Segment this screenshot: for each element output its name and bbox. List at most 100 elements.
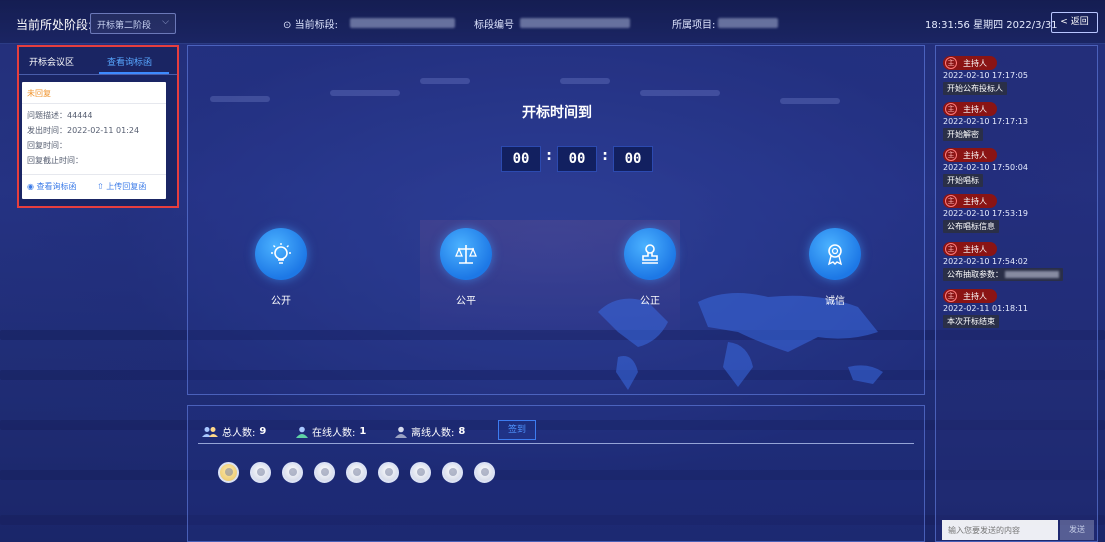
question-desc: 问题描述：44444 [27, 111, 93, 120]
offline-count: 离线人数: 8 [395, 424, 465, 439]
host-name: 主持人 [963, 196, 987, 206]
log-entry: 主主持人 2022-02-10 17:17:05 开始公布投标人 [943, 56, 1028, 95]
group-icon [202, 426, 218, 437]
attendee-avatar [218, 462, 239, 483]
upload-icon: ⇧ [97, 182, 104, 191]
message-input[interactable] [942, 520, 1058, 540]
divider [198, 443, 914, 444]
value-label: 公正 [640, 296, 660, 307]
log-message-text: 开始公布投标人 [947, 84, 1003, 93]
log-message-text: 开始唱标 [947, 176, 979, 185]
sign-in-button[interactable]: 签到 [498, 420, 536, 440]
attendee-avatar [250, 462, 271, 483]
host-tag: 主主持人 [943, 148, 997, 162]
host-tag: 主主持人 [943, 102, 997, 116]
offline-value: 8 [458, 426, 466, 437]
log-message: 本次开标结束 [943, 315, 999, 328]
log-message-text: 公布唱标信息 [947, 222, 995, 231]
attendance-panel: 总人数: 9 在线人数: 1 离线人数: 8 签到 [187, 405, 925, 542]
host-tag: 主主持人 [943, 56, 997, 70]
host-badge: 主 [945, 57, 957, 69]
log-time: 2022-02-10 17:53:19 [943, 209, 1028, 218]
log-entry: 主主持人 2022-02-11 01:18:11 本次开标结束 [943, 289, 1028, 328]
log-message-text: 开始解密 [947, 130, 979, 139]
log-time: 2022-02-10 17:50:04 [943, 163, 1028, 172]
timer-minutes: 00 [557, 146, 597, 172]
current-section: ⊙ 当前标段: [283, 16, 338, 31]
clock: 18:31:56 星期四 2022/3/31 [925, 20, 1058, 31]
online-value: 1 [359, 426, 367, 437]
timer-hours: 00 [501, 146, 541, 172]
host-name: 主持人 [963, 58, 987, 68]
log-entry: 主主持人 2022-02-10 17:17:13 开始解密 [943, 102, 1028, 141]
log-message: 开始解密 [943, 128, 983, 141]
inquiry-panel: 开标会议区 查看询标函 未回复 问题描述：44444 发出时间：2022-02-… [17, 45, 179, 208]
project-label: 所属项目: [672, 20, 716, 31]
value-fairness: 公平 [439, 228, 493, 307]
lightbulb-icon [271, 243, 291, 264]
value-label: 公平 [456, 296, 476, 307]
attendee-avatar [410, 462, 431, 483]
value-label: 诚信 [825, 296, 845, 307]
attendee-avatar [378, 462, 399, 483]
attendee-avatars [218, 462, 495, 483]
host-badge: 主 [945, 290, 957, 302]
online-count: 在线人数: 1 [296, 424, 366, 439]
value-label: 公开 [271, 296, 291, 307]
attendee-avatar [346, 462, 367, 483]
host-badge: 主 [945, 103, 957, 115]
tab-inquiry-letters[interactable]: 查看询标函 [107, 55, 152, 68]
host-badge: 主 [945, 149, 957, 161]
attendee-avatar [282, 462, 303, 483]
activity-log-panel: 主主持人 2022-02-10 17:17:05 开始公布投标人主主持人 2022-0… [935, 45, 1098, 542]
stage-select-value: 开标第二阶段 [97, 21, 152, 31]
inquiry-card: 未回复 问题描述：44444 发出时间：2022-02-11 01:24 回复时… [22, 82, 166, 199]
sent-time: 发出时间：2022-02-11 01:24 [27, 126, 140, 135]
log-time: 2022-02-10 17:17:05 [943, 71, 1028, 80]
log-message: 公布抽取参数： [943, 268, 1063, 281]
top-bar: 当前所处阶段: 开标第二阶段 ⌵ ⊙ 当前标段: 标段编号 所属项目: 18:3… [0, 0, 1105, 44]
log-message: 开始唱标 [943, 174, 983, 187]
total-count: 总人数: 9 [202, 424, 266, 439]
attendee-avatar [442, 462, 463, 483]
active-tab-indicator [99, 72, 169, 74]
view-inquiry-button[interactable]: ◉ 查看询标函 [27, 181, 77, 192]
status-badge: 未回复 [27, 89, 51, 98]
stage-select[interactable]: 开标第二阶段 ⌵ [90, 13, 176, 34]
host-tag: 主主持人 [943, 289, 997, 303]
back-button[interactable]: < 返回 [1051, 12, 1098, 33]
timer-separator: : [602, 148, 608, 164]
current-section-label: 当前标段: [294, 20, 338, 31]
host-tag: 主主持人 [943, 194, 997, 208]
upload-reply-button[interactable]: ⇧ 上传回复函 [97, 181, 146, 192]
reply-deadline: 回复截止时间： [27, 156, 83, 165]
log-message: 公布唱标信息 [943, 220, 999, 233]
eye-icon: ◉ [27, 182, 34, 191]
tab-meeting-area[interactable]: 开标会议区 [29, 55, 74, 68]
host-badge: 主 [945, 243, 957, 255]
log-message-text: 本次开标结束 [947, 317, 995, 326]
user-online-icon [296, 426, 308, 438]
host-name: 主持人 [963, 104, 987, 114]
send-button[interactable]: 发送 [1060, 520, 1094, 540]
total-label: 总人数: [222, 428, 256, 439]
section-no-value-redacted [520, 18, 630, 28]
log-entry: 主主持人 2022-02-10 17:54:02 公布抽取参数： [943, 242, 1063, 281]
chevron-down-icon: ⌵ [162, 17, 169, 27]
host-badge: 主 [945, 195, 957, 207]
main-panel: 开标时间到 00 : 00 : 00 公开 公平 公正 诚信 [187, 45, 925, 395]
upload-reply-label: 上传回复函 [106, 182, 147, 191]
value-integrity: 诚信 [808, 228, 862, 307]
log-message: 开始公布投标人 [943, 82, 1007, 95]
scales-icon [455, 245, 477, 264]
stamp-icon [642, 244, 658, 264]
log-message-text: 公布抽取参数： [947, 270, 1003, 279]
log-time: 2022-02-11 01:18:11 [943, 304, 1028, 313]
reply-time: 回复时间： [27, 141, 67, 150]
user-offline-icon [395, 426, 407, 438]
host-name: 主持人 [963, 291, 987, 301]
chevron-left-icon: < [1060, 17, 1068, 27]
stage-label: 当前所处阶段: [16, 18, 93, 32]
offline-label: 离线人数: [411, 428, 455, 439]
section-no-label: 标段编号 [474, 20, 514, 31]
